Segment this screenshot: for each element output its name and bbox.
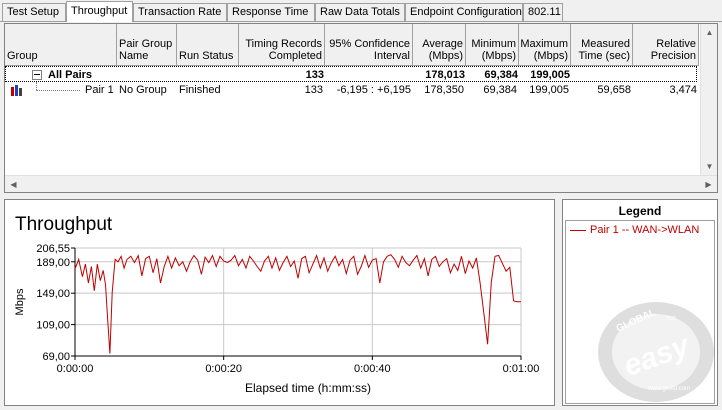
y-tick-label: 189,00	[36, 257, 70, 269]
col-header-run-status[interactable]: Run Status	[177, 24, 239, 66]
y-tick-label: 149,00	[36, 288, 70, 300]
grid-header: Group Pair Group Name Run Status Timing …	[5, 24, 717, 66]
y-tick-label: 206,55	[36, 243, 70, 255]
tab-throughput[interactable]: Throughput	[66, 1, 133, 22]
pair-relative-precision: 3,474	[669, 84, 697, 96]
summary-minimum: 69,384	[484, 69, 518, 81]
tab-response-time[interactable]: Response Time	[227, 3, 315, 21]
pair-timing-records: 133	[304, 84, 323, 96]
col-header-measured-time[interactable]: Measured Time (sec)	[571, 24, 633, 66]
x-tick-label: 0:00:40	[354, 363, 391, 375]
col-header-confidence[interactable]: 95% Confidence Interval	[325, 24, 413, 66]
legend-title: Legend	[618, 204, 662, 218]
x-tick-label: 0:00:00	[57, 363, 94, 375]
tab-802-11[interactable]: 802.11	[523, 3, 563, 21]
watermark-url-text: www.geeid.com	[647, 386, 690, 392]
scroll-up-icon[interactable]: ▲	[701, 24, 717, 41]
throughput-chart: 69,00 109,00 149,00 189,00 206,55 0:00:00 0:00…	[14, 243, 540, 395]
legend-swatch	[570, 229, 586, 231]
watermark-mo-text: mo	[666, 315, 676, 322]
scroll-down-icon[interactable]: ▼	[701, 158, 717, 175]
col-header-minimum[interactable]: Minimum (Mbps)	[466, 24, 519, 66]
scroll-right-icon[interactable]: ▶	[700, 176, 717, 192]
tab-test-setup[interactable]: Test Setup	[2, 3, 66, 21]
pair-group: Pair 1	[85, 84, 114, 96]
y-tick-label: 109,00	[36, 320, 70, 332]
tree-connector-h	[36, 90, 80, 91]
table-row-pair-1[interactable]: Pair 1 No Group Finished 133 -6,195 : +6…	[5, 82, 717, 98]
y-tick-label: 69,00	[42, 351, 70, 363]
vertical-scrollbar[interactable]: ▲ ▼	[700, 24, 717, 175]
tab-transaction-rate[interactable]: Transaction Rate	[133, 3, 227, 21]
x-tick-label: 0:00:20	[205, 363, 242, 375]
tab-raw-data-totals[interactable]: Raw Data Totals	[315, 3, 405, 21]
tree-connector	[36, 82, 37, 90]
table-row-all-pairs[interactable]: All Pairs 133 178,013 69,384 199,005	[5, 66, 697, 82]
legend-entry-label: Pair 1 -- WAN->WLAN	[590, 224, 700, 236]
results-grid: Group Pair Group Name Run Status Timing …	[4, 23, 718, 193]
legend-entry-pair-1[interactable]: Pair 1 -- WAN->WLAN	[570, 224, 699, 236]
pair-measured-time: 59,658	[597, 84, 631, 96]
col-header-average[interactable]: Average (Mbps)	[413, 24, 466, 66]
tab-bar: Test Setup Throughput Transaction Rate R…	[0, 0, 722, 22]
horizontal-scrollbar[interactable]: ◀ ▶	[5, 175, 717, 192]
watermark-logo: GLOBAL mo easy www.geeid.com	[598, 302, 714, 402]
summary-label: All Pairs	[48, 69, 93, 81]
pair-average: 178,350	[424, 84, 464, 96]
scroll-left-icon[interactable]: ◀	[5, 176, 22, 192]
pair-run-status: Finished	[179, 84, 221, 96]
col-header-relative-precision[interactable]: Relative Precision	[633, 24, 699, 66]
col-header-group[interactable]: Group	[5, 24, 117, 66]
col-header-timing-records[interactable]: Timing Records Completed	[239, 24, 325, 66]
chart-panel: Throughput 69,00 109,00 149,00 189,00 206,55…	[4, 199, 555, 406]
col-header-pair-group-name[interactable]: Pair Group Name	[117, 24, 177, 66]
summary-maximum: 199,005	[530, 69, 570, 81]
collapse-icon[interactable]	[32, 70, 42, 80]
y-axis-label: Mbps	[14, 288, 26, 315]
summary-average: 178,013	[425, 69, 465, 81]
summary-timing-records: 133	[305, 69, 324, 81]
pair-maximum: 199,005	[529, 84, 569, 96]
pair-group-name: No Group	[119, 84, 167, 96]
tab-endpoint-configuration[interactable]: Endpoint Configuration	[405, 3, 523, 21]
pair-confidence: -6,195 : +6,195	[336, 84, 411, 96]
pair-bar-icon	[11, 85, 22, 96]
x-tick-label: 0:01:00	[503, 363, 540, 375]
series-line-pair-1	[74, 253, 521, 354]
col-header-maximum[interactable]: Maximum (Mbps)	[519, 24, 571, 66]
pair-minimum: 69,384	[483, 84, 517, 96]
x-axis-label: Elapsed time (h:mm:ss)	[245, 381, 371, 395]
